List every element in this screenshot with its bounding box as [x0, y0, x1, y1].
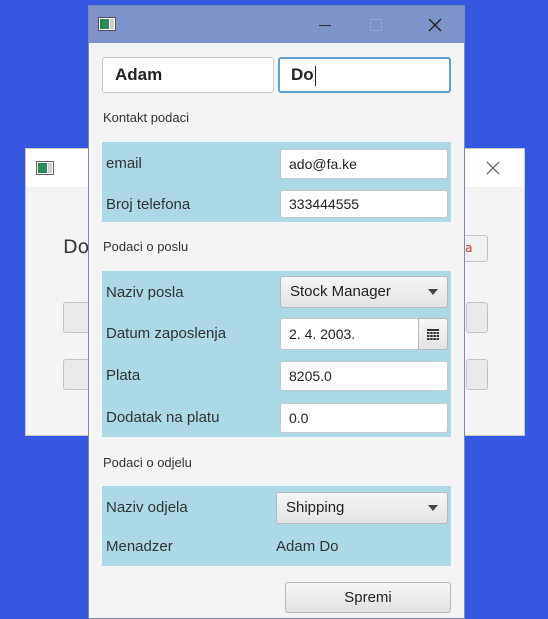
job-title-value: Stock Manager	[290, 283, 391, 300]
bonus-field[interactable]: 0.0	[280, 403, 448, 433]
last-name-field[interactable]: Do	[278, 57, 451, 93]
close-icon[interactable]	[425, 15, 445, 35]
email-value: ado@fa.ke	[289, 156, 357, 172]
contact-section-title: Kontakt podaci	[103, 110, 190, 125]
job-title-label: Naziv posla	[106, 284, 184, 301]
manager-value: Adam Do	[276, 538, 339, 555]
calendar-button[interactable]	[418, 318, 448, 350]
save-button[interactable]: Spremi	[285, 582, 451, 613]
bonus-value: 0.0	[289, 410, 309, 426]
background-button-left-2[interactable]	[63, 359, 91, 390]
app-icon	[36, 161, 54, 175]
save-button-label: Spremi	[344, 589, 392, 606]
job-section-title: Podaci o poslu	[103, 239, 189, 254]
background-close-icon[interactable]	[486, 161, 500, 175]
department-panel: Naziv odjela Shipping Menadzer Adam Do	[102, 486, 451, 566]
salary-field[interactable]: 8205.0	[280, 361, 448, 391]
department-value: Shipping	[286, 499, 345, 516]
hire-date-field[interactable]: 2. 4. 2003.	[280, 318, 419, 350]
maximize-icon	[370, 19, 382, 31]
phone-label: Broj telefona	[106, 196, 191, 213]
app-icon	[98, 17, 116, 31]
department-label: Naziv odjela	[106, 499, 188, 516]
maximize-button[interactable]	[365, 15, 385, 35]
first-name-field[interactable]: Adam	[102, 57, 274, 93]
background-button-left-1[interactable]	[63, 302, 91, 333]
salary-label: Plata	[106, 367, 141, 384]
job-panel: Naziv posla Stock Manager Datum zaposlen…	[102, 271, 451, 437]
first-name-value: Adam	[115, 65, 163, 84]
text-caret	[314, 65, 316, 86]
email-field[interactable]: ado@fa.ke	[280, 149, 448, 179]
job-title-select[interactable]: Stock Manager	[280, 276, 448, 308]
manager-label: Menadzer	[106, 538, 173, 555]
minimize-icon	[319, 25, 331, 26]
department-select[interactable]: Shipping	[276, 492, 448, 524]
background-button-right-1[interactable]	[466, 302, 488, 333]
last-name-value: Do	[291, 65, 314, 84]
email-label: email	[106, 155, 142, 172]
minimize-button[interactable]	[315, 15, 335, 35]
background-button-right-2[interactable]	[466, 359, 488, 390]
dialog-titlebar	[89, 6, 464, 43]
chevron-down-icon	[428, 289, 438, 295]
hire-date-label: Datum zaposlenja	[106, 325, 227, 342]
background-partial-text: Do	[63, 236, 90, 258]
calendar-icon	[427, 329, 439, 340]
bonus-label: Dodatak na platu	[106, 409, 220, 426]
salary-value: 8205.0	[289, 368, 332, 384]
phone-value: 333444555	[289, 196, 360, 212]
hire-date-value: 2. 4. 2003.	[289, 326, 356, 342]
employee-dialog: Adam Do Kontakt podaci email ado@fa.ke B…	[88, 5, 465, 619]
phone-field[interactable]: 333444555	[280, 190, 448, 218]
department-section-title: Podaci o odjelu	[103, 455, 192, 470]
chevron-down-icon	[428, 505, 438, 511]
contact-panel: email ado@fa.ke Broj telefona 333444555	[102, 142, 451, 222]
